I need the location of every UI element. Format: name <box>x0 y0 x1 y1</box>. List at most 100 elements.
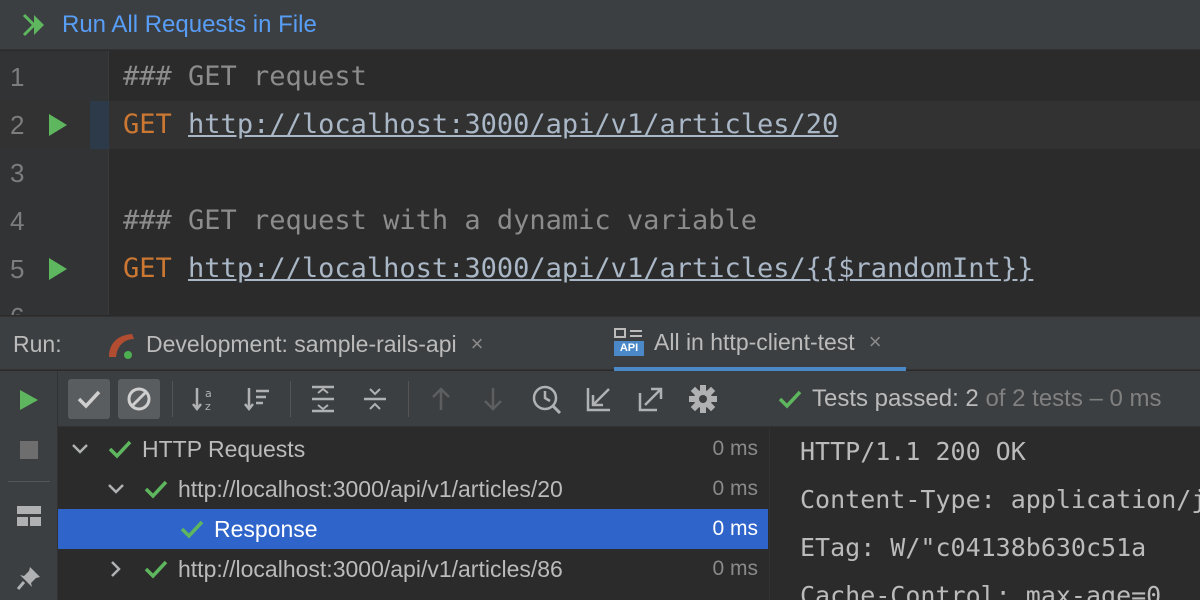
chevron-right-icon[interactable] <box>106 559 126 579</box>
tree-node-http-requests[interactable]: HTTP Requests 0 ms <box>58 429 768 469</box>
chevron-down-icon[interactable] <box>106 479 126 499</box>
close-icon[interactable]: × <box>869 329 882 355</box>
import-tests-button[interactable] <box>578 379 620 419</box>
run-request-icon[interactable] <box>48 257 68 281</box>
tests-status: Tests passed: 2 of 2 tests – 0 ms <box>778 371 1162 427</box>
next-failed-button[interactable] <box>472 379 514 419</box>
output-line: HTTP/1.1 200 OK <box>800 437 1026 466</box>
settings-button[interactable] <box>682 379 724 419</box>
code-line: 4 ### GET request with a dynamic variabl… <box>0 197 1200 245</box>
comment-text: ### GET request with a dynamic variable <box>123 205 757 236</box>
sort-duration-icon <box>244 388 269 412</box>
import-icon <box>586 388 610 412</box>
play-icon <box>20 390 38 410</box>
code-text: GET http://localhost:3000/api/v1/article… <box>123 101 838 149</box>
toolbar-separator <box>172 381 173 417</box>
tree-node-label: http://localhost:3000/api/v1/articles/20 <box>178 475 563 502</box>
previous-failed-button[interactable] <box>420 379 462 419</box>
tab-label: Development: sample-rails-api <box>146 330 457 357</box>
tab-label: All in http-client-test <box>654 328 855 355</box>
expand-all-button[interactable] <box>302 379 344 419</box>
tree-node-label: Response <box>214 515 318 542</box>
output-line: Cache-Control: max-age=0 <box>800 581 1162 600</box>
arrow-up-icon <box>432 387 450 410</box>
export-tests-button[interactable] <box>630 379 672 419</box>
code-line: 5 GET http://localhost:3000/api/v1/artic… <box>0 245 1200 293</box>
sort-alpha-icon: az <box>192 387 212 413</box>
duration: 0 ms <box>712 557 758 580</box>
duration: 0 ms <box>712 477 758 500</box>
rerun-button[interactable] <box>12 383 46 417</box>
toolbar-separator <box>290 381 291 417</box>
code-line: 3 <box>0 149 1200 197</box>
vertical-toolbar <box>0 371 58 600</box>
test-history-button[interactable] <box>526 379 568 419</box>
collapse-all-icon <box>364 388 386 410</box>
layout-icon <box>17 506 41 526</box>
run-tool-window-header: Run: Development: sample-rails-api × API… <box>0 316 1200 371</box>
svg-text:a: a <box>205 387 212 400</box>
collapse-all-button[interactable] <box>354 379 396 419</box>
request-url-link[interactable]: http://localhost:3000/api/v1/articles/{{… <box>188 253 1033 284</box>
ignore-icon <box>127 387 151 411</box>
export-icon <box>638 387 663 412</box>
svg-text:z: z <box>205 400 211 413</box>
tree-node-label: http://localhost:3000/api/v1/articles/86 <box>178 555 563 582</box>
run-all-requests-button[interactable]: Run All Requests in File <box>22 11 317 39</box>
stop-button[interactable] <box>12 433 46 467</box>
tree-node-response[interactable]: Response 0 ms <box>58 509 768 549</box>
history-icon <box>532 385 562 414</box>
code-line: 1 ### GET request <box>0 53 1200 101</box>
check-icon <box>778 390 802 409</box>
tab-all-in-http-client-test[interactable]: API All in http-client-test × <box>614 317 906 371</box>
check-icon <box>180 520 204 539</box>
expand-all-icon <box>312 385 334 413</box>
code-editor[interactable]: 1 ### GET request 2 GET http://localhost… <box>0 51 1200 315</box>
code-text: ### GET request with a dynamic variable <box>123 197 757 245</box>
duration: 0 ms <box>712 517 758 540</box>
line-number: 3 <box>10 158 25 188</box>
api-icon: API <box>614 328 644 356</box>
status-label: Tests passed: <box>812 385 959 412</box>
run-label: Run: <box>13 331 62 357</box>
comment-text: ### GET request <box>123 61 367 92</box>
response-output[interactable]: HTTP/1.1 200 OK Content-Type: applicatio… <box>769 428 1200 600</box>
sort-by-duration-button[interactable] <box>236 379 278 419</box>
current-line-marker <box>90 101 109 149</box>
code-text: ### GET request <box>123 53 367 101</box>
check-icon <box>144 560 168 579</box>
stop-icon <box>20 441 38 459</box>
duration: 0 ms <box>712 437 758 460</box>
pin-button[interactable] <box>12 561 46 595</box>
test-toolbar: az Tests passed: 2 of 2 tests – 0 ms <box>58 371 1200 427</box>
show-passed-toggle[interactable] <box>68 379 110 419</box>
request-url-link[interactable]: http://localhost:3000/api/v1/articles/20 <box>188 109 838 140</box>
test-results-tree: HTTP Requests 0 ms http://localhost:3000… <box>58 428 768 600</box>
line-number: 5 <box>10 254 25 284</box>
run-all-label: Run All Requests in File <box>62 10 317 38</box>
tree-node-request-86[interactable]: http://localhost:3000/api/v1/articles/86… <box>58 549 768 589</box>
rails-icon <box>109 334 134 359</box>
check-icon <box>77 390 101 409</box>
chevron-down-icon[interactable] <box>70 439 90 459</box>
tree-node-request-20[interactable]: http://localhost:3000/api/v1/articles/20… <box>58 469 768 509</box>
http-method: GET <box>123 253 172 284</box>
layout-button[interactable] <box>12 499 46 533</box>
line-number: 4 <box>10 206 25 236</box>
arrow-down-icon <box>484 388 502 411</box>
api-icon-text: API <box>614 341 644 356</box>
code-line: 6 <box>0 293 1200 315</box>
passed-count: 2 <box>965 385 979 412</box>
code-line: 2 GET http://localhost:3000/api/v1/artic… <box>0 101 1200 149</box>
show-ignored-toggle[interactable] <box>118 379 160 419</box>
tab-development[interactable]: Development: sample-rails-api × <box>106 317 483 371</box>
close-icon[interactable]: × <box>471 331 484 357</box>
code-text: GET http://localhost:3000/api/v1/article… <box>123 245 1033 293</box>
run-request-icon[interactable] <box>48 113 68 137</box>
double-play-icon <box>22 13 44 36</box>
gear-icon <box>689 385 717 413</box>
toolbar-separator <box>408 381 409 417</box>
sort-alphabetically-button[interactable]: az <box>184 379 226 419</box>
output-line: ETag: W/"c04138b630c51a <box>800 533 1147 562</box>
toolbar-divider <box>8 481 50 482</box>
